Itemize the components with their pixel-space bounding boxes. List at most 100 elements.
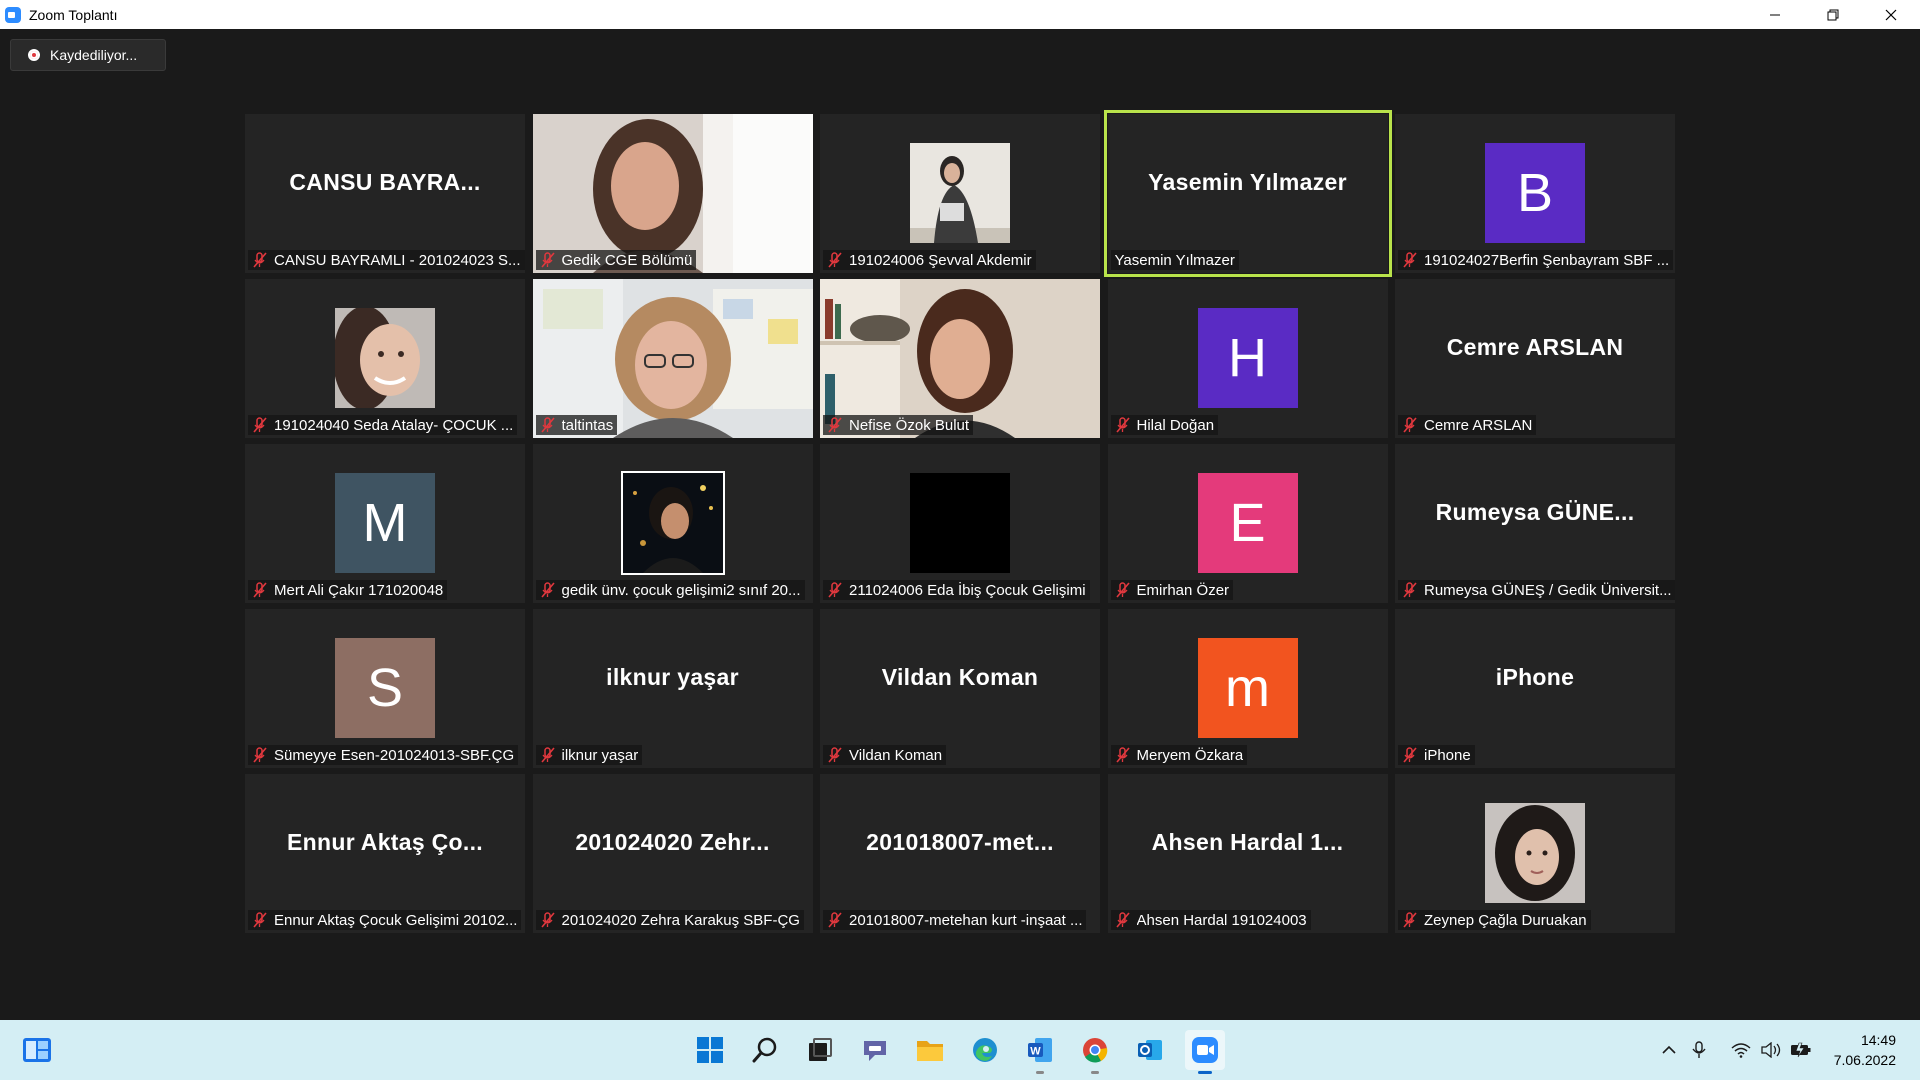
participant-tile[interactable]: ilknur yaşar ilknur yaşar [532, 609, 813, 768]
participant-avatar: H [1197, 308, 1298, 408]
participant-name: taltintas [561, 416, 614, 434]
participant-tile[interactable]: 201018007-met... 201018007-metehan kurt -… [820, 774, 1100, 933]
file-explorer-button[interactable] [910, 1030, 950, 1070]
participant-display-name: Rumeysa GÜNE... [1435, 499, 1635, 525]
volume-button[interactable] [1756, 1035, 1786, 1065]
muted-microphone-icon [540, 582, 555, 598]
participant-name: Nefise Özok Bulut [849, 416, 970, 434]
participant-tile[interactable]: Ahsen Hardal 1... Ahsen Hardal 191024003 [1107, 774, 1388, 933]
participant-tile[interactable]: m Meryem Özkara [1107, 609, 1388, 768]
muted-microphone-icon [540, 912, 555, 928]
participant-avatar: B [1485, 143, 1585, 243]
taskbar-apps: W [690, 1030, 1225, 1074]
chevron-up-icon [1662, 1045, 1676, 1054]
muted-microphone-icon [828, 582, 842, 598]
outlook-button[interactable] [1130, 1030, 1170, 1070]
teams-chat-icon [864, 1041, 886, 1061]
restore-button[interactable] [1804, 0, 1862, 29]
participant-tile[interactable]: Ennur Aktaş Ço... Ennur Aktaş Çocuk Geliş… [245, 774, 525, 933]
participant-profile-photo [910, 473, 1010, 573]
participant-name-label: 191024040 Seda Atalay- ÇOCUK ... [248, 415, 518, 435]
widgets-button[interactable] [22, 1037, 52, 1063]
participant-name-label: Yasemin Yılmazer [1110, 250, 1239, 270]
muted-microphone-icon [1403, 417, 1417, 433]
participant-tile[interactable]: Yasemin Yılmazer Yasemin Yılmazer [1103, 110, 1392, 277]
participant-tile[interactable]: 211024006 Eda İbiş Çocuk Gelişimi [820, 444, 1100, 603]
muted-microphone-icon [1403, 252, 1417, 268]
participant-tile[interactable]: Nefise Özok Bulut [820, 279, 1100, 438]
participant-tile[interactable]: H Hilal Doğan [1107, 279, 1388, 438]
widgets-icon [23, 1038, 51, 1062]
muted-microphone-icon [253, 747, 267, 763]
participant-tile[interactable]: taltintas [532, 279, 813, 438]
show-hidden-icons-button[interactable] [1654, 1035, 1684, 1065]
zoom-taskbar-button[interactable] [1185, 1030, 1225, 1074]
wifi-button[interactable] [1726, 1035, 1756, 1065]
participant-tile[interactable]: 201024020 Zehr... 201024020 Zehra Karakuş… [532, 774, 813, 933]
participant-tile[interactable]: Zeynep Çağla Duruakan [1395, 774, 1675, 933]
participant-name-label: 201024020 Zehra Karakuş SBF-ÇG [535, 910, 804, 930]
chrome-icon [1083, 1038, 1108, 1063]
participant-profile-photo [335, 308, 435, 408]
minimize-button[interactable] [1746, 0, 1804, 29]
participant-display-name: Vildan Koman [881, 664, 1039, 690]
participant-profile-photo [622, 473, 723, 573]
participant-name-label: 191024027Berfin Şenbayram SBF ... [1398, 250, 1674, 270]
speaker-icon [1761, 1042, 1780, 1058]
participant-avatar: S [335, 638, 435, 738]
participant-tile[interactable]: Rumeysa GÜNE... Rumeysa GÜNEŞ / Gedik Üni… [1395, 444, 1675, 603]
participant-tile[interactable]: Cemre ARSLAN Cemre ARSLAN [1395, 279, 1675, 438]
start-button[interactable] [690, 1030, 730, 1070]
participant-name: Ahsen Hardal 191024003 [1136, 911, 1307, 929]
participant-name-label: Mert Ali Çakır 171020048 [248, 580, 448, 600]
participant-tile[interactable]: B 191024027Berfin Şenbayram SBF ... [1395, 114, 1675, 273]
participant-name-label: 201018007-metehan kurt -inşaat ... [823, 910, 1087, 930]
folder-icon [917, 1041, 943, 1061]
muted-microphone-icon [253, 912, 267, 928]
participant-tile[interactable]: 191024040 Seda Atalay- ÇOCUK ... [245, 279, 525, 438]
participant-name: Yasemin Yılmazer [1114, 251, 1235, 269]
participant-name: ilknur yaşar [561, 746, 639, 764]
muted-microphone-icon [828, 912, 842, 928]
microphone-icon [1692, 1041, 1706, 1058]
participant-name: Mert Ali Çakır 171020048 [274, 581, 444, 599]
participant-display-name: ilknur yaşar [606, 664, 739, 690]
zoom-app-icon [5, 6, 21, 23]
participant-name-label: iPhone [1398, 745, 1475, 765]
participant-name-label: 211024006 Eda İbiş Çocuk Gelişimi [823, 580, 1090, 600]
taskbar-clock[interactable]: 14:49 7.06.2022 [1834, 1030, 1896, 1070]
participant-name-label: Rumeysa GÜNEŞ / Gedik Üniversit... [1398, 580, 1675, 600]
battery-button[interactable] [1786, 1035, 1816, 1065]
participant-tile[interactable]: E Emirhan Özer [1107, 444, 1388, 603]
clock-date: 7.06.2022 [1833, 1052, 1896, 1068]
chrome-button[interactable] [1075, 1030, 1115, 1074]
search-button[interactable] [745, 1030, 785, 1070]
participant-tile[interactable]: Gedik CGE Bölümü [532, 114, 813, 273]
participant-name-label: taltintas [535, 415, 618, 435]
muted-microphone-icon [540, 417, 555, 433]
participant-name-label: Gedik CGE Bölümü [535, 250, 697, 270]
participant-tile[interactable]: gedik ünv. çocuk gelişimi2 sınıf 20... [532, 444, 813, 603]
microphone-tray-button[interactable] [1684, 1035, 1714, 1065]
participant-tile[interactable]: iPhone iPhone [1395, 609, 1675, 768]
participant-tile[interactable]: S Sümeyye Esen-201024013-SBF.ÇG [245, 609, 525, 768]
participant-tile[interactable]: CANSU BAYRA... CANSU BAYRAMLI - 201024023… [245, 114, 525, 273]
participant-tile[interactable]: Vildan Koman Vildan Koman [820, 609, 1100, 768]
edge-button[interactable] [965, 1030, 1005, 1070]
participant-display-name: 201018007-met... [866, 829, 1054, 855]
participant-display-name: 201024020 Zehr... [575, 829, 770, 855]
participant-name: Emirhan Özer [1136, 581, 1230, 599]
recording-indicator[interactable]: Kaydediliyor... [10, 39, 166, 71]
participant-name-label: Cemre ARSLAN [1398, 415, 1537, 435]
participant-avatar: M [335, 473, 435, 573]
task-view-icon [809, 1038, 832, 1061]
close-button[interactable] [1862, 0, 1920, 29]
participant-profile-photo [910, 143, 1010, 243]
teams-chat-button[interactable] [855, 1030, 895, 1070]
participant-display-name: CANSU BAYRA... [289, 169, 481, 195]
participant-name-label: Meryem Özkara [1110, 745, 1248, 765]
participant-tile[interactable]: 191024006 Şevval Akdemir [820, 114, 1100, 273]
task-view-button[interactable] [800, 1030, 840, 1070]
participant-tile[interactable]: M Mert Ali Çakır 171020048 [245, 444, 525, 603]
word-button[interactable]: W [1020, 1030, 1060, 1074]
